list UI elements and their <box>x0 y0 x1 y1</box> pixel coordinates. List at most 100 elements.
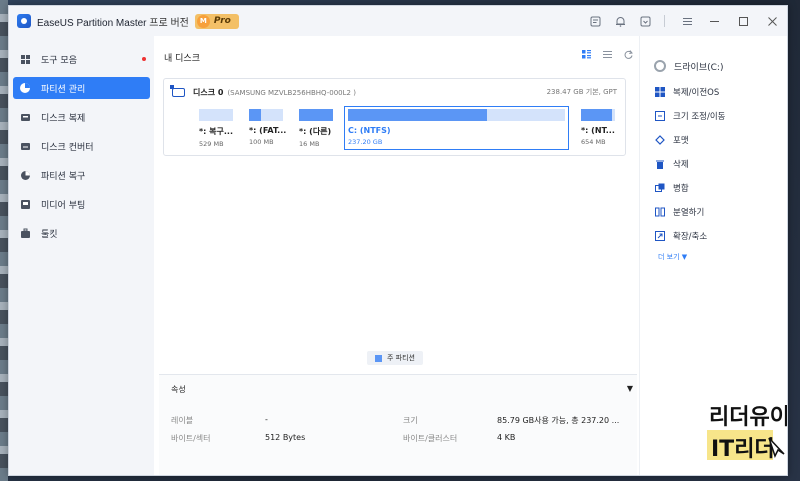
partition-label: *: 복구... <box>199 127 234 136</box>
op-label: 병합 <box>673 184 689 194</box>
partition-label: *: (FAT... <box>249 126 287 135</box>
op-label: 복제/이전OS <box>673 88 720 98</box>
collapse-caret-icon[interactable]: ▼ <box>627 384 633 393</box>
partition-bar <box>348 109 565 121</box>
sidebar-item-label: 파티션 관리 <box>41 84 86 95</box>
partition-label: *: (NT... <box>581 126 615 135</box>
op-label: 분열하기 <box>673 208 705 218</box>
list-view-icon[interactable] <box>603 50 612 62</box>
disk-clone-icon <box>19 111 31 123</box>
main-panel: 내 디스크 디스크 0 (SAMSUNG MZVLB256HBHQ-000L2 … <box>159 36 637 475</box>
legend-primary-partition: 주 파티션 <box>367 351 423 365</box>
sidebar-item-label: 툴킷 <box>41 229 58 240</box>
extend-icon <box>654 231 665 242</box>
pro-badge-letter: M <box>196 14 210 28</box>
property-label: 레이블 <box>171 416 194 425</box>
selected-drive: 드라이브(C:) <box>640 58 787 74</box>
sidebar-item-toolkit[interactable]: 툴킷 <box>13 222 150 244</box>
maximize-icon[interactable] <box>730 10 756 32</box>
menu-icon[interactable] <box>676 10 698 32</box>
partition-recovery[interactable]: *: 복구... 529 MB <box>199 109 233 148</box>
legend-label: 주 파티션 <box>387 354 415 362</box>
property-value: 512 Bytes <box>265 433 306 442</box>
disk-info: 238.47 GB 기본, GPT <box>546 88 617 96</box>
op-label: 포맷 <box>673 136 689 146</box>
disk-card[interactable]: 디스크 0 (SAMSUNG MZVLB256HBHQ-000L2 ) 238.… <box>163 78 626 156</box>
watermark-logo: 리더유이 IT리더 <box>705 400 787 462</box>
partition-ntfs-recovery[interactable]: *: (NT... 654 MB <box>581 109 615 146</box>
partition-bar <box>581 109 615 121</box>
titlebar-divider <box>664 15 665 27</box>
property-value: 4 KB <box>497 433 516 442</box>
sidebar: 도구 모음 파티션 관리 디스크 복제 디스크 컨버터 파티션 복구 미디어 부… <box>9 36 154 475</box>
media-boot-icon <box>19 198 31 210</box>
drive-icon <box>654 60 666 72</box>
disk-model: (SAMSUNG MZVLB256HBHQ-000L2 ) <box>227 88 356 97</box>
close-icon[interactable] <box>759 10 785 32</box>
sidebar-item-disk-clone[interactable]: 디스크 복제 <box>13 106 150 128</box>
desktop-edge <box>0 0 8 481</box>
hard-disk-icon <box>170 85 185 97</box>
selected-drive-label: 드라이브(C:) <box>674 62 724 73</box>
merge-icon <box>654 183 665 194</box>
pro-badge-label: Pro <box>213 16 231 26</box>
partition-fat[interactable]: *: (FAT... 100 MB <box>249 109 287 146</box>
partition-recovery-icon <box>19 169 31 181</box>
op-label: 삭제 <box>673 160 689 170</box>
download-icon[interactable] <box>634 10 656 32</box>
op-merge[interactable]: 병합 <box>640 180 787 196</box>
properties-title: 속성 <box>171 385 186 394</box>
property-value: - <box>265 415 268 424</box>
partition-used-fill <box>581 109 612 121</box>
notification-dot <box>142 57 146 61</box>
page-title: 내 디스크 <box>164 54 200 64</box>
format-icon <box>654 135 665 146</box>
sidebar-item-label: 도구 모음 <box>41 55 77 66</box>
svg-text:IT리더: IT리더 <box>711 437 775 462</box>
app-edition: 프로 버전 <box>149 17 189 29</box>
partition-label: C: (NTFS) <box>348 126 391 135</box>
op-delete[interactable]: 삭제 <box>640 156 787 172</box>
partition-bar <box>299 109 333 121</box>
property-value: 85.79 GB사용 가능, 총 237.20 ... <box>497 416 620 425</box>
sidebar-item-label: 파티션 복구 <box>41 171 86 182</box>
legend-swatch <box>375 354 382 362</box>
partition-size: 100 MB <box>249 138 274 146</box>
feedback-icon[interactable] <box>584 10 606 32</box>
partition-c-ntfs[interactable]: C: (NTFS) 237.20 GB <box>344 106 569 150</box>
toolkit-icon <box>19 227 31 239</box>
partition-bar <box>199 109 233 121</box>
split-icon <box>654 207 665 218</box>
app-name: EaseUS Partition Master <box>37 17 147 29</box>
op-split[interactable]: 분열하기 <box>640 204 787 220</box>
minimize-icon[interactable] <box>701 10 727 32</box>
partition-size: 237.20 GB <box>348 138 383 146</box>
sidebar-item-label: 미디어 부팅 <box>41 200 86 211</box>
op-clone-migrate-os[interactable]: 복제/이전OS <box>640 84 787 100</box>
sidebar-item-media-boot[interactable]: 미디어 부팅 <box>13 193 150 215</box>
resize-icon <box>654 111 665 122</box>
bell-icon[interactable] <box>609 10 631 32</box>
trash-icon <box>654 159 665 170</box>
sidebar-item-label: 디스크 복제 <box>41 113 86 124</box>
partition-bar <box>249 109 283 121</box>
pie-icon <box>19 82 31 94</box>
op-format[interactable]: 포맷 <box>640 132 787 148</box>
partition-other[interactable]: *: (다른) 16 MB <box>299 109 333 148</box>
op-resize-move[interactable]: 크기 조정/이동 <box>640 108 787 124</box>
refresh-icon[interactable] <box>624 50 633 62</box>
property-label: 크기 <box>403 416 418 425</box>
sidebar-item-partition-manager[interactable]: 파티션 관리 <box>13 77 150 99</box>
pro-badge[interactable]: M Pro <box>194 13 239 29</box>
partition-used-fill <box>348 109 487 121</box>
app-window: EaseUS Partition Master 프로 버전 M Pro 도구 모… <box>8 5 788 476</box>
op-extend-shrink[interactable]: 확장/축소 <box>640 228 787 244</box>
partition-used-fill <box>299 109 333 121</box>
app-logo-icon <box>17 14 31 28</box>
grid-view-icon[interactable] <box>582 50 591 62</box>
sidebar-item-partition-recovery[interactable]: 파티션 복구 <box>13 164 150 186</box>
sidebar-item-toolbox[interactable]: 도구 모음 <box>13 48 150 70</box>
sidebar-item-disk-converter[interactable]: 디스크 컨버터 <box>13 135 150 157</box>
partition-label: *: (다른) <box>299 127 332 136</box>
more-button[interactable]: 더 보기 ▼ <box>640 252 787 262</box>
